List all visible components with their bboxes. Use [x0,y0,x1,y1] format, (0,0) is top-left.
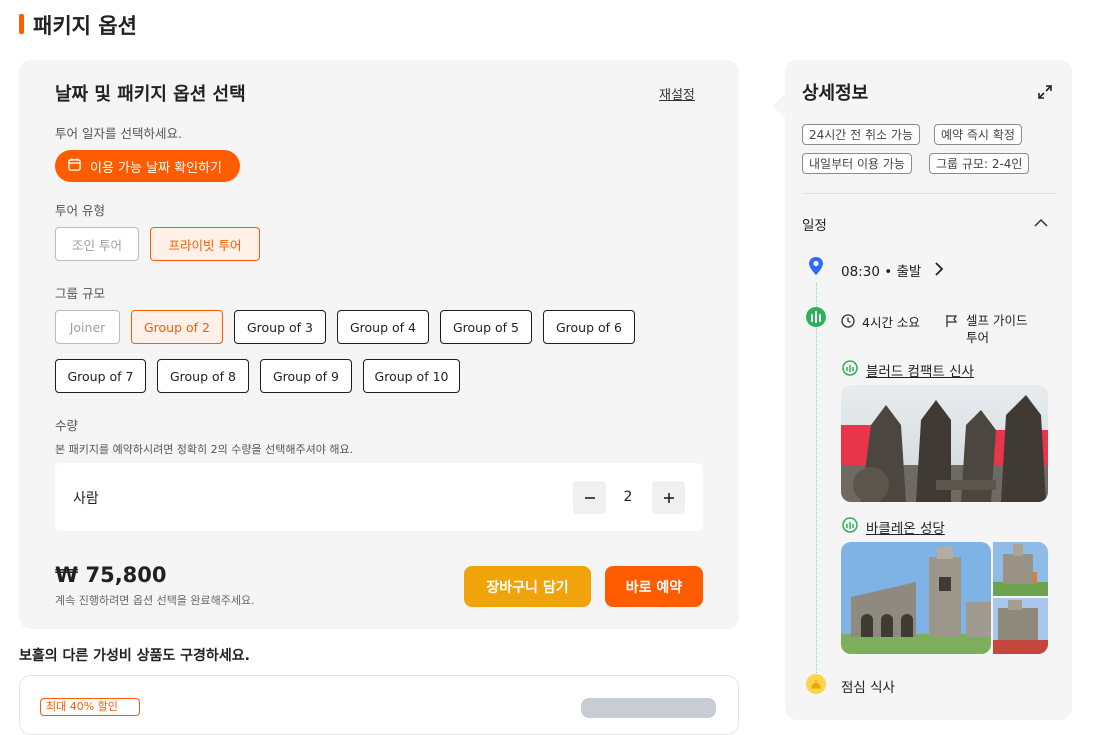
stop-baclayon-church[interactable]: 바클레온 성당 [866,517,945,537]
decrease-button[interactable] [573,481,606,514]
group-option-10[interactable]: Group of 10 [363,359,460,393]
check-dates-label: 이용 가능 날짜 확인하기 [90,160,222,176]
baclayon-photo-3 [993,598,1048,654]
expand-icon[interactable] [1036,83,1054,105]
tour-type-label: 투어 유형 [55,203,105,218]
guide-text-line1: 셀프 가이드 [966,313,1028,328]
add-to-cart-button[interactable]: 장바구니 담기 [464,566,591,607]
baclayon-photo-2 [993,542,1048,596]
total-price: ₩ 75,800 [55,563,167,587]
price-note: 계속 진행하려면 옵션 선택을 완료해주세요. [55,594,255,607]
tag-instant-confirm: 예약 즉시 확정 [934,124,1022,145]
group-option-7[interactable]: Group of 7 [55,359,146,393]
group-option-8[interactable]: Group of 8 [157,359,249,393]
timeline-line [816,283,817,673]
guide-text: 셀프 가이드 투어 [966,312,1027,346]
blood-compact-photo [841,385,1048,502]
person-label: 사람 [73,491,99,507]
stop-blood-compact-shrine[interactable]: 블러드 컴팩트 신사 [866,360,974,380]
duration-text: 4시간 소요 [862,315,920,330]
group-option-2[interactable]: Group of 2 [131,310,223,344]
minus-icon [584,496,595,499]
group-option-9[interactable]: Group of 9 [260,359,352,393]
quantity-note: 본 패키지를 예약하시려면 정확히 2의 수량을 선택해주셔야 해요. [55,443,354,456]
quantity-value: 2 [623,489,633,505]
group-size-label: 그룹 규모 [55,286,105,301]
page-title: 패키지 옵션 [33,14,137,38]
flag-icon [945,313,958,332]
date-prompt-label: 투어 일자를 선택하세요. [55,126,182,141]
title-accent-bar [19,14,24,34]
chevron-right-icon[interactable] [934,261,944,280]
baclayon-church-photo [841,542,991,654]
promo-heading: 보홀의 다른 가성비 상품도 구경하세요. [19,648,250,664]
location-pin-icon [807,256,825,280]
reset-link[interactable]: 재설정 [659,84,695,103]
options-card-title: 날짜 및 패키지 옵션 선택 [55,84,246,105]
package-options-card [19,60,739,629]
lunch-text: 점심 식사 [841,680,895,696]
chevron-up-icon[interactable] [1034,213,1048,232]
attraction-icon-2 [842,517,858,537]
details-title: 상세정보 [802,83,869,104]
departure-text: 08:30 • 출발 [841,264,922,280]
tour-type-join[interactable]: 조인 투어 [55,227,139,261]
group-option-3[interactable]: Group of 3 [234,310,326,344]
group-option-6[interactable]: Group of 6 [543,310,635,344]
attraction-icon [842,360,858,380]
group-option-4[interactable]: Group of 4 [337,310,429,344]
plus-icon [663,492,674,503]
sightseeing-icon [805,306,827,332]
clock-icon [841,313,855,332]
schedule-label: 일정 [802,218,827,234]
details-divider [802,193,1056,194]
tag-free-cancel: 24시간 전 취소 가능 [802,124,920,145]
quantity-label: 수량 [55,418,79,433]
discount-badge: 최대 40% 할인 [40,698,140,716]
tag-group-size: 그룹 규모: 2-4인 [929,153,1030,174]
meal-icon [806,673,826,699]
group-option-5[interactable]: Group of 5 [440,310,532,344]
guide-text-line2: 투어 [966,330,990,345]
tour-type-private[interactable]: 프라이빗 투어 [150,227,260,261]
book-now-button[interactable]: 바로 예약 [605,566,703,607]
group-option-joiner[interactable]: Joiner [55,310,120,344]
calendar-icon [67,157,82,176]
check-dates-button[interactable]: 이용 가능 날짜 확인하기 [55,150,240,182]
product-thumbnail [581,698,716,718]
increase-button[interactable] [652,481,685,514]
tag-available-tomorrow: 내일부터 이용 가능 [802,153,912,174]
